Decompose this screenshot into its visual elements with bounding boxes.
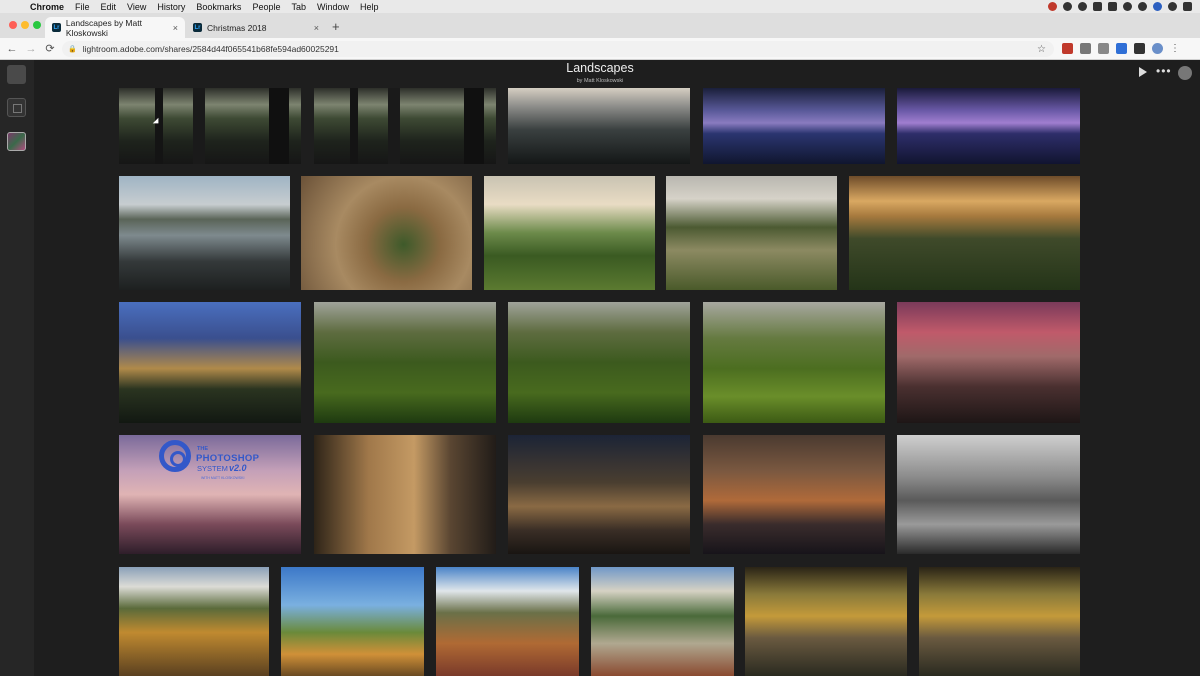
forward-arrow-icon[interactable]: → — [24, 43, 38, 55]
menu-app-name[interactable]: Chrome — [30, 2, 64, 12]
lightroom-favicon-icon: Lr — [193, 23, 202, 32]
url-text[interactable]: lightroom.adobe.com/shares/2584d44f06554… — [83, 44, 339, 54]
photo-vineyard-2[interactable] — [508, 302, 690, 423]
tab-christmas-2018[interactable]: Lr Christmas 2018 × — [186, 17, 326, 38]
volume-icon[interactable] — [1123, 2, 1132, 11]
tab-strip: Lr Landscapes by Matt Kloskowski × Lr Ch… — [0, 13, 1200, 38]
user-icon[interactable] — [1178, 66, 1192, 80]
menu-history[interactable]: History — [157, 2, 185, 12]
menu-file[interactable]: File — [75, 2, 90, 12]
promo-brand: PHOTOSHOP — [196, 453, 260, 464]
tab-label: Christmas 2018 — [207, 22, 267, 33]
window-close-button[interactable] — [9, 21, 17, 29]
extension-icon[interactable] — [1134, 43, 1145, 54]
gallery-title: Landscapes — [566, 61, 634, 75]
spotlight-icon[interactable] — [1168, 2, 1177, 11]
lightroom-left-rail — [0, 60, 34, 676]
photo-san-gimignano[interactable] — [119, 302, 301, 423]
photo-waterfall-bridge-2[interactable] — [919, 567, 1080, 676]
chrome-menu-icon[interactable]: ⋮ — [1170, 43, 1180, 54]
menu-tab[interactable]: Tab — [291, 2, 306, 12]
promo-byline: WITH MATT KLOSKOWSKI — [201, 476, 245, 480]
photo-forest-chairs-2[interactable] — [314, 88, 496, 164]
album-thumbnail-button[interactable] — [7, 132, 26, 151]
notification-center-icon[interactable] — [1183, 2, 1192, 11]
tab-label: Landscapes by Matt Kloskowski — [65, 17, 142, 38]
reload-icon[interactable]: ⟳ — [43, 42, 57, 55]
more-icon[interactable]: ••• — [1156, 64, 1172, 78]
photo-vineyard-1[interactable] — [314, 302, 496, 423]
photo-autumn-summit[interactable] — [436, 567, 579, 676]
photo-lake-reflection[interactable] — [508, 88, 690, 164]
menu-help[interactable]: Help — [360, 2, 379, 12]
browser-toolbar: ← → ⟳ 🔒 lightroom.adobe.com/shares/2584d… — [0, 38, 1200, 60]
photo-autumn-pines[interactable] — [281, 567, 424, 676]
photo-venice-sunset[interactable] — [897, 302, 1080, 423]
new-tab-button[interactable]: + — [332, 19, 340, 34]
wifi-icon[interactable] — [1138, 2, 1147, 11]
photo-mountain-lake[interactable] — [119, 176, 290, 290]
cloud-icon[interactable] — [1078, 2, 1087, 11]
menu-window[interactable]: Window — [317, 2, 349, 12]
menu-people[interactable]: People — [252, 2, 280, 12]
promo-the: THE — [197, 446, 208, 452]
window-zoom-button[interactable] — [33, 21, 41, 29]
close-icon[interactable]: × — [314, 23, 319, 33]
promo-version: v2.0 — [229, 463, 247, 473]
profile-avatar-icon[interactable] — [1152, 43, 1163, 54]
screen-record-icon[interactable] — [1093, 2, 1102, 11]
photo-dock-blue-hour-1[interactable] — [703, 88, 885, 164]
extension-icon[interactable] — [1098, 43, 1109, 54]
macos-menu-bar: Chrome File Edit View History Bookmarks … — [0, 0, 1200, 13]
photo-forest-chairs-1[interactable] — [119, 88, 301, 164]
promo-system: SYSTEM — [197, 464, 228, 473]
tab-landscapes[interactable]: Lr Landscapes by Matt Kloskowski × — [45, 17, 185, 38]
window-minimize-button[interactable] — [21, 21, 29, 29]
camera-extension-icon[interactable] — [1080, 43, 1091, 54]
creative-cloud-icon[interactable] — [1048, 2, 1057, 11]
address-bar[interactable]: 🔒 lightroom.adobe.com/shares/2584d44f065… — [62, 41, 1054, 57]
menu-bookmarks[interactable]: Bookmarks — [196, 2, 241, 12]
bookmark-star-icon[interactable]: ☆ — [1037, 44, 1046, 55]
photo-dock-blue-hour-2[interactable] — [897, 88, 1080, 164]
photoshop-system-logo-icon — [159, 440, 191, 472]
photo-venice-black-and-white[interactable] — [897, 435, 1080, 554]
lightroom-favicon-icon: Lr — [52, 23, 61, 32]
gallery-subtitle: by Matt Kloskowski — [576, 78, 624, 84]
user-switch-icon[interactable] — [1153, 2, 1162, 11]
grid-view-button[interactable] — [7, 98, 26, 117]
extension-icon[interactable] — [1116, 43, 1127, 54]
photo-photoshop-system-promo[interactable]: THE PHOTOSHOP SYSTEM v2.0 WITH MATT KLOS… — [119, 435, 301, 554]
play-icon[interactable] — [1139, 67, 1147, 77]
status-tray — [1048, 2, 1192, 11]
lock-icon[interactable]: 🔒 — [68, 45, 77, 53]
close-icon[interactable]: × — [173, 23, 178, 33]
photo-venice-bridge-night[interactable] — [508, 435, 690, 554]
photo-cypress-villa[interactable] — [666, 176, 837, 290]
dropbox-icon[interactable] — [1063, 2, 1072, 11]
back-arrow-icon[interactable]: ← — [5, 43, 19, 55]
photo-green-valley[interactable] — [703, 302, 885, 423]
display-icon[interactable] — [1108, 2, 1117, 11]
menu-view[interactable]: View — [127, 2, 146, 12]
photo-autumn-lake-2[interactable] — [591, 567, 734, 676]
photo-venice-canal-light-trails[interactable] — [703, 435, 885, 554]
photo-tuscany-hills[interactable] — [301, 176, 472, 290]
photo-autumn-lake-1[interactable] — [119, 567, 269, 676]
extension-icon[interactable] — [1062, 43, 1073, 54]
photo-venice-canal-buildings[interactable] — [314, 435, 496, 554]
photo-waterfall-bridge-1[interactable] — [745, 567, 907, 676]
photo-golden-sky-fields[interactable] — [849, 176, 1080, 290]
menu-edit[interactable]: Edit — [101, 2, 117, 12]
extensions-tray: ⋮ — [1062, 43, 1180, 54]
photo-tuscany-farmhouse[interactable] — [484, 176, 655, 290]
